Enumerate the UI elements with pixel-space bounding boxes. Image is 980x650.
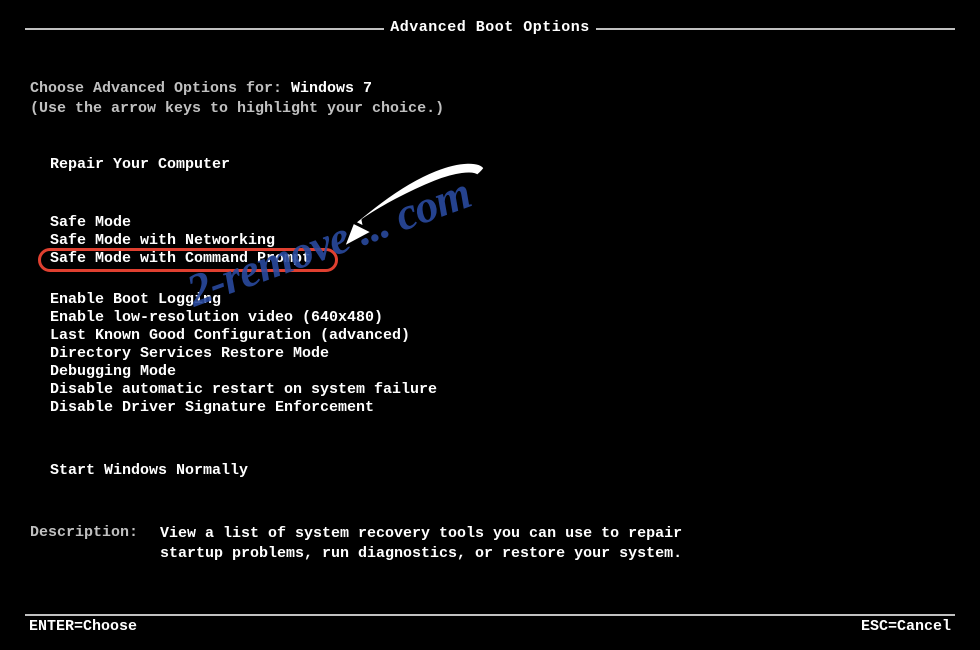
opt-start-windows-normally[interactable]: Start Windows Normally [50,462,248,479]
opt-enable-boot-logging[interactable]: Enable Boot Logging [50,291,437,308]
opt-safe-mode[interactable]: Safe Mode [50,214,311,231]
arrow-icon [325,150,500,260]
option-group-safemode: Safe Mode Safe Mode with Networking Safe… [50,214,311,267]
opt-directory-services-restore[interactable]: Directory Services Restore Mode [50,345,437,362]
hint-esc-cancel: ESC=Cancel [861,618,951,635]
description-label: Description: [30,524,160,564]
option-group-normal: Start Windows Normally [50,462,248,479]
opt-disable-driver-sig[interactable]: Disable Driver Signature Enforcement [50,399,437,416]
opt-safe-mode-networking[interactable]: Safe Mode with Networking [50,232,311,249]
opt-disable-auto-restart[interactable]: Disable automatic restart on system fail… [50,381,437,398]
description-text: View a list of system recovery tools you… [160,524,720,564]
opt-repair-your-computer[interactable]: Repair Your Computer [50,156,230,173]
footer: ENTER=Choose ESC=Cancel [25,614,955,635]
option-group-repair: Repair Your Computer [50,156,230,173]
hint-enter-choose: ENTER=Choose [29,618,137,635]
opt-safe-mode-command-prompt[interactable]: Safe Mode with Command Prompt [50,250,311,267]
title-bar: Advanced Boot Options [25,28,955,50]
footer-line [25,614,955,616]
description-block: Description: View a list of system recov… [30,524,720,564]
opt-debugging-mode[interactable]: Debugging Mode [50,363,437,380]
opt-low-res-video[interactable]: Enable low-resolution video (640x480) [50,309,437,326]
arrow-key-hint: (Use the arrow keys to highlight your ch… [30,100,444,117]
opt-last-known-good[interactable]: Last Known Good Configuration (advanced) [50,327,437,344]
os-name: Windows 7 [291,80,372,97]
option-group-advanced: Enable Boot Logging Enable low-resolutio… [50,291,437,416]
choose-prompt: Choose Advanced Options for: Windows 7 [30,80,372,97]
choose-prefix: Choose Advanced Options for: [30,80,291,97]
page-title: Advanced Boot Options [384,19,596,39]
